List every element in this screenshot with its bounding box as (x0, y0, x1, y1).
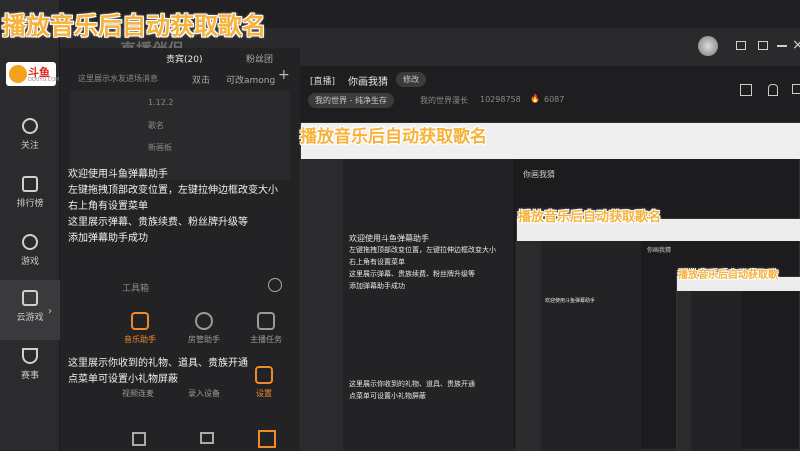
brand-domain: DOUYU.COM (28, 77, 60, 83)
sidebar-item-cloud-games[interactable]: 云游戏 › (0, 280, 60, 340)
overlay-title: 播放音乐后自动获取歌名 (518, 210, 662, 225)
minimize-icon[interactable] (777, 45, 787, 47)
nested-window-3 (676, 276, 800, 451)
ranking-icon (22, 176, 38, 192)
chevron-right-icon: › (48, 306, 52, 317)
assistant-panel: 贵宾(20) 粉丝团 这里展示水友进场消息 双击 可改among + 1.12.… (60, 48, 300, 450)
left-sidebar: 直播伴侣 斗鱼 DOUYU.COM 关注 排行榜 游戏 云游戏 › 赛事 (0, 0, 60, 450)
nested-sidebar (677, 291, 691, 451)
music-assistant-button[interactable]: 音乐助手 (120, 312, 160, 345)
room-admin-button[interactable]: 房管助手 (184, 312, 224, 345)
nested-welcome-line: 欢迎使用斗鱼弹幕助手 (545, 298, 596, 304)
nested-live-title: 你画我猜 (647, 247, 672, 254)
welcome-line: 这里展示弹幕、贵族续费、粉丝牌升级等 (68, 217, 248, 228)
list-item[interactable]: 歌名 (148, 120, 164, 131)
avatar[interactable] (698, 36, 718, 56)
edit-title-button[interactable]: 修改 (396, 72, 426, 87)
fish-logo-icon (9, 65, 27, 83)
tab-double-click[interactable]: 双击 (192, 73, 210, 86)
input-device-button[interactable]: 录入设备 (184, 388, 224, 399)
category-badge[interactable]: 我的世界 - 纯净生存 (308, 93, 394, 108)
tab-fan-club[interactable]: 粉丝团 (246, 52, 273, 65)
nested-sidebar (517, 241, 541, 451)
sidebar-item-label: 赛事 (20, 371, 39, 381)
toolbox-title: 工具箱 (122, 284, 150, 294)
nested-welcome-line: 这里展示弹幕、贵族续费、粉丝牌升级等 (349, 270, 475, 278)
tab-vip[interactable]: 贵宾(20) (166, 52, 202, 65)
save-icon[interactable] (758, 41, 768, 50)
gift-info-line: 点菜单可设置小礼物屏蔽 (68, 374, 178, 385)
sidebar-item-label: 排行榜 (16, 199, 44, 209)
nested-welcome-line: 右上角有设置菜单 (349, 258, 405, 266)
sidebar-item-follow[interactable]: 关注 (0, 108, 60, 168)
welcome-line: 右上角有设置菜单 (68, 201, 148, 212)
welcome-line: 添加弹幕助手成功 (68, 233, 148, 244)
settings-icon (255, 366, 273, 384)
lock-icon[interactable] (768, 84, 778, 96)
close-icon[interactable]: × (792, 37, 800, 53)
fire-icon: 🔥 (530, 94, 540, 103)
download-icon[interactable] (132, 432, 146, 446)
sidebar-item-label: 关注 (20, 141, 39, 151)
gift-icon[interactable] (258, 430, 276, 448)
music-icon (131, 312, 149, 330)
gamepad-icon (22, 290, 38, 306)
sidebar-item-games[interactable]: 游戏 (0, 224, 60, 284)
nested-welcome-line: 左键拖拽顶部改变位置，左键拉伸边框改变大小 (349, 246, 496, 254)
panel-subtitle: 这里展示水友进场消息 (78, 74, 158, 83)
nested-welcome-line: 添加弹幕助手成功 (349, 282, 405, 290)
trophy-icon (22, 348, 38, 364)
welcome-line: 左键拖拽顶部改变位置，左键拉伸边框改变大小 (68, 185, 278, 196)
list-item[interactable]: 新画板 (148, 142, 172, 153)
heart-icon (22, 118, 38, 134)
settings-button[interactable]: 设置 (244, 366, 284, 399)
live-title: 你画我猜 (348, 77, 388, 88)
overlay-title: 播放音乐后自动获取歌名 (300, 127, 487, 147)
sidebar-item-ranking[interactable]: 排行榜 (0, 166, 60, 226)
tab-editable[interactable]: 可改among (226, 73, 275, 86)
douyu-logo: 斗鱼 DOUYU.COM (6, 62, 60, 86)
sidebar-item-label: 游戏 (20, 257, 39, 267)
box-icon[interactable] (740, 84, 752, 96)
growth-label: 我的世界漫长 (420, 96, 468, 105)
add-icon[interactable]: + (278, 67, 290, 83)
nested-panel (343, 159, 513, 451)
nested-sidebar (301, 159, 343, 451)
tv-icon[interactable] (200, 432, 214, 444)
overlay-title: 播放音乐后自动获取歌 (678, 270, 778, 281)
sidebar-item-events[interactable]: 赛事 (0, 338, 60, 398)
overlay-title: 播放音乐后自动获取歌名 (2, 12, 266, 40)
gift-info-line: 这里展示你收到的礼物、道具、贵族开通 (68, 358, 248, 369)
nested-welcome-line: 欢迎使用斗鱼弹幕助手 (349, 234, 429, 243)
nested-live-title: 你画我猜 (523, 170, 555, 179)
video-link-button[interactable]: 视频连麦 (118, 388, 158, 399)
game-icon (22, 234, 38, 250)
room-id: 10298758 (480, 95, 521, 104)
nested-gift-line: 点菜单可设置小礼物屏蔽 (349, 392, 426, 400)
welcome-line: 欢迎使用斗鱼弹幕助手 (68, 169, 168, 180)
screen-icon[interactable] (736, 41, 746, 50)
nested-panel (691, 291, 741, 451)
user-icon (195, 312, 213, 330)
clipboard-icon (257, 312, 275, 330)
export-icon[interactable] (792, 84, 800, 94)
nested-gift-line: 这里展示你收到的礼物、道具、贵族开通 (349, 380, 475, 388)
more-icon[interactable] (268, 278, 282, 292)
sidebar-item-label: 云游戏 (16, 313, 44, 323)
list-item[interactable]: 1.12.2 (148, 98, 173, 107)
nested-panel (541, 241, 641, 451)
anchor-task-button[interactable]: 主播任务 (246, 312, 286, 345)
hot-count: 6087 (544, 95, 565, 104)
live-status: [直播] (310, 77, 336, 87)
